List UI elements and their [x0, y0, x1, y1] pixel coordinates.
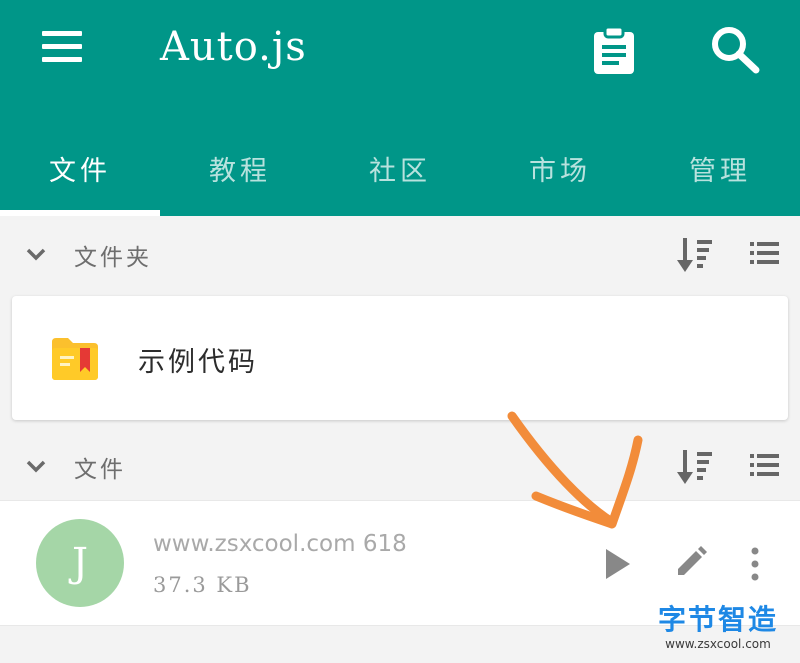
folders-section-label: 文件夹 — [74, 245, 152, 271]
watermark-title: 字节智造 — [657, 603, 778, 636]
more-vert-icon[interactable] — [742, 541, 768, 587]
folder-icon — [50, 336, 100, 382]
folder-item[interactable]: 示例代码 — [12, 296, 788, 420]
tab-market[interactable]: 市场 — [480, 120, 640, 216]
avatar: J — [36, 519, 124, 607]
tab-management[interactable]: 管理 — [640, 120, 800, 216]
app-bar: Auto.js 文件 教程 社区 市场 管理 — [0, 0, 800, 216]
clipboard-icon[interactable] — [588, 24, 640, 76]
edit-icon[interactable] — [670, 541, 712, 583]
list-view-icon[interactable] — [748, 448, 782, 482]
tab-community[interactable]: 社区 — [320, 120, 480, 216]
file-name: www.zsxcool.com 618 — [153, 531, 407, 557]
watermark-url: www.zsxcool.com — [665, 637, 771, 651]
chevron-down-icon[interactable] — [24, 242, 48, 266]
play-icon[interactable] — [596, 541, 636, 587]
file-size: 37.3 KB — [153, 573, 252, 597]
tab-bar: 文件 教程 社区 市场 管理 — [0, 120, 800, 216]
search-icon[interactable] — [708, 24, 764, 76]
tab-files[interactable]: 文件 — [0, 120, 160, 216]
tab-tutorials[interactable]: 教程 — [160, 120, 320, 216]
hamburger-menu-icon[interactable] — [36, 26, 88, 66]
watermark-logo: 字节智造 www.zsxcool.com — [652, 604, 784, 652]
app-title: Auto.js — [160, 24, 307, 70]
folder-name: 示例代码 — [138, 347, 258, 378]
chevron-down-icon[interactable] — [24, 454, 48, 478]
files-section-header: 文件 — [0, 436, 800, 500]
list-view-icon[interactable] — [748, 236, 782, 270]
sort-icon[interactable] — [676, 446, 714, 486]
files-section-label: 文件 — [74, 457, 126, 483]
sort-icon[interactable] — [676, 234, 714, 274]
folders-section-header: 文件夹 — [0, 224, 800, 288]
tab-indicator — [0, 210, 160, 216]
